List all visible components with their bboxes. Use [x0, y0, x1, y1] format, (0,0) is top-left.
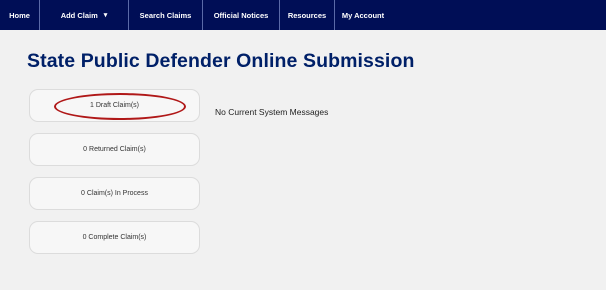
claim-status-list: 1 Draft Claim(s) 0 Returned Claim(s) 0 C… — [29, 89, 200, 265]
nav-my-account-label: My Account — [341, 10, 385, 20]
in-process-claims-label: 0 Claim(s) In Process — [81, 190, 148, 197]
nav-official-notices[interactable]: Official Notices — [203, 0, 280, 30]
nav-add-claim[interactable]: Add Claim ▾ — [40, 0, 129, 30]
in-process-claims-button[interactable]: 0 Claim(s) In Process — [29, 177, 200, 210]
complete-claims-label: 0 Complete Claim(s) — [82, 234, 147, 241]
nav-my-account[interactable]: My Account — [335, 0, 391, 30]
nav-official-notices-label: Official Notices — [213, 10, 269, 20]
system-message: No Current System Messages — [215, 107, 329, 117]
draft-claims-label: 1 Draft Claim(s) — [89, 102, 139, 109]
app-window: Home Add Claim ▾ Search Claims Official … — [0, 0, 606, 290]
nav-home[interactable]: Home — [0, 0, 40, 30]
nav-resources[interactable]: Resources — [280, 0, 335, 30]
returned-claims-label: 0 Returned Claim(s) — [83, 146, 146, 153]
nav-resources-label: Resources — [287, 10, 327, 20]
nav-home-label: Home — [9, 10, 30, 20]
complete-claims-button[interactable]: 0 Complete Claim(s) — [29, 221, 200, 254]
returned-claims-button[interactable]: 0 Returned Claim(s) — [29, 133, 200, 166]
nav-search-claims[interactable]: Search Claims — [129, 0, 203, 30]
nav-search-claims-label: Search Claims — [139, 10, 192, 20]
draft-claims-button[interactable]: 1 Draft Claim(s) — [29, 89, 200, 122]
nav-add-claim-label: Add Claim — [60, 10, 98, 20]
page-title: State Public Defender Online Submission — [27, 50, 415, 72]
top-navbar: Home Add Claim ▾ Search Claims Official … — [0, 0, 606, 30]
chevron-down-icon: ▾ — [103, 12, 108, 19]
